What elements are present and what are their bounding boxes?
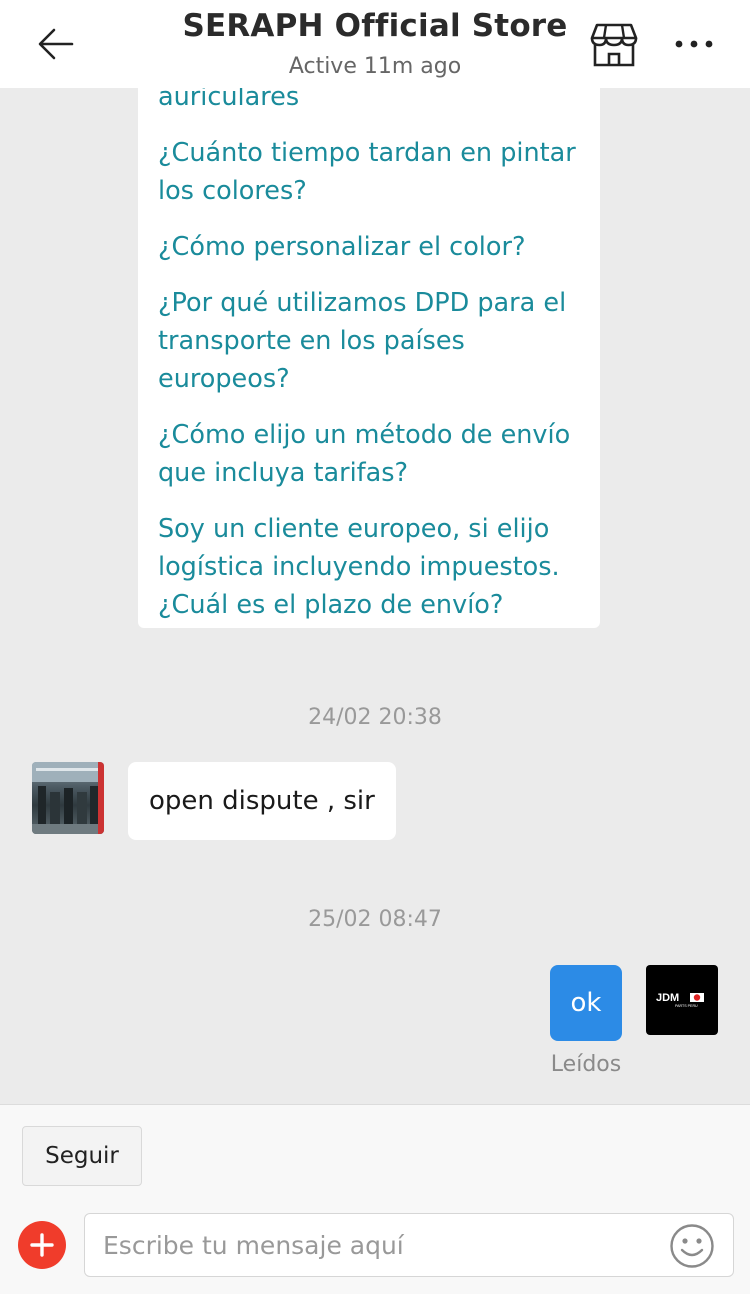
outgoing-message-bubble[interactable]: ok (550, 965, 622, 1041)
storefront-icon (590, 23, 638, 67)
faq-card: auriculares ¿Cuánto tiempo tardan en pin… (138, 78, 600, 628)
more-dots-icon (675, 40, 713, 48)
read-status: Leídos (550, 1052, 622, 1077)
jdm-logo-text: JDM (656, 992, 679, 1004)
chat-header: SERAPH Official Store Active 11m ago (0, 0, 750, 88)
emoji-button[interactable] (669, 1223, 715, 1269)
faq-item[interactable]: ¿Cómo personalizar el color? (158, 228, 588, 266)
faq-item[interactable]: ¿Por qué utilizamos DPD para el transpor… (158, 284, 588, 398)
faq-item[interactable]: ¿Cómo elijo un método de envío que inclu… (158, 416, 588, 492)
follow-button[interactable]: Seguir (22, 1126, 142, 1186)
more-options-button[interactable] (672, 24, 716, 64)
jdm-logo-subtext: PARTS PERU (675, 1004, 698, 1008)
plus-icon (30, 1233, 54, 1257)
add-attachment-button[interactable] (18, 1221, 66, 1269)
store-button[interactable] (586, 20, 642, 70)
faq-item[interactable]: ¿Cuánto tiempo tardan en pintar los colo… (158, 134, 588, 210)
input-bar: Seguir (0, 1104, 750, 1294)
message-timestamp: 25/02 08:47 (308, 907, 442, 932)
incoming-message-bubble[interactable]: open dispute , sir (128, 762, 396, 840)
jdm-logo: JDM PARTS PERU (656, 992, 704, 1008)
warehouse-photo (32, 762, 104, 834)
seller-avatar[interactable] (32, 762, 104, 834)
smiley-icon (670, 1224, 714, 1268)
message-timestamp: 24/02 20:38 (308, 705, 442, 730)
user-avatar[interactable]: JDM PARTS PERU (646, 965, 718, 1035)
message-input-container (84, 1213, 734, 1277)
faq-item[interactable]: Soy un cliente europeo, si elijo logísti… (158, 510, 588, 624)
message-input[interactable] (103, 1214, 663, 1276)
